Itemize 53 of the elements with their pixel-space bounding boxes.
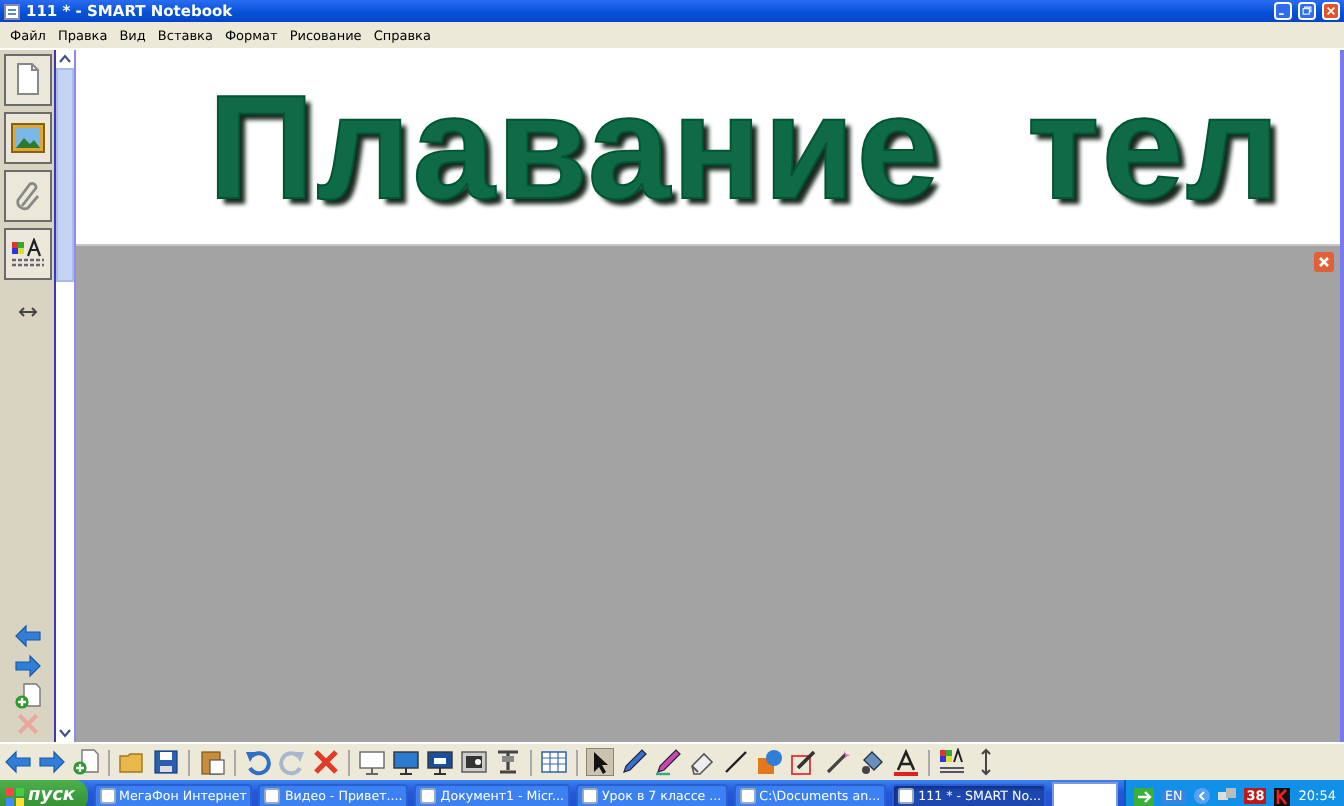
- scrollbar-thumb[interactable]: [56, 68, 74, 282]
- scroll-down-button[interactable]: [56, 724, 74, 742]
- minimize-button[interactable]: [1274, 2, 1292, 20]
- paperclip-icon: [11, 178, 43, 214]
- paint-bucket-icon[interactable]: [858, 748, 886, 776]
- properties-icon: [9, 238, 45, 270]
- arrow-left-icon[interactable]: [4, 748, 32, 776]
- attachments-tab[interactable]: [3, 170, 51, 222]
- eraser-icon[interactable]: [688, 748, 716, 776]
- page-title: Плавание тел: [208, 73, 1282, 221]
- properties-icon[interactable]: [938, 748, 966, 776]
- notebook-app-icon: [4, 3, 20, 19]
- window-icon: [264, 788, 281, 804]
- windows-logo-icon: [6, 787, 24, 805]
- document-camera-icon[interactable]: [494, 748, 522, 776]
- window-icon: [420, 788, 437, 804]
- window-icon: [99, 788, 116, 804]
- chevron-left-icon[interactable]: [1194, 788, 1211, 804]
- page-sorter-tab[interactable]: [3, 54, 51, 106]
- window-icon: [739, 788, 756, 804]
- magic-wand-icon[interactable]: [824, 748, 852, 776]
- scroll-up-button[interactable]: [56, 50, 74, 68]
- table-icon[interactable]: [540, 748, 568, 776]
- monitor-book-icon[interactable]: [426, 748, 454, 776]
- arrow-right-icon[interactable]: [13, 652, 41, 680]
- gallery-tab[interactable]: [3, 112, 51, 164]
- clipboard-icon[interactable]: [198, 748, 226, 776]
- double-arrow-icon[interactable]: [17, 306, 37, 318]
- restore-button[interactable]: [1298, 2, 1316, 20]
- arrow-right-icon[interactable]: [38, 748, 66, 776]
- line-icon[interactable]: [722, 748, 750, 776]
- properties-tab[interactable]: [3, 228, 51, 280]
- undo-icon[interactable]: [244, 748, 272, 776]
- add-page-icon[interactable]: [13, 682, 41, 710]
- picture-icon: [9, 122, 45, 154]
- camera-icon[interactable]: [460, 748, 488, 776]
- add-page-icon[interactable]: [72, 748, 100, 776]
- magic-pen-icon[interactable]: [790, 748, 818, 776]
- text-icon[interactable]: [892, 748, 920, 776]
- window-icon: [898, 788, 915, 804]
- screen-shade-icon[interactable]: [358, 748, 386, 776]
- monitor-icon[interactable]: [392, 748, 420, 776]
- pen-icon[interactable]: [620, 748, 648, 776]
- antivirus-icon[interactable]: [1274, 787, 1291, 805]
- delete-icon[interactable]: [312, 748, 340, 776]
- page-icon: [11, 62, 43, 98]
- creative-pen-icon[interactable]: [654, 748, 682, 776]
- close-button[interactable]: [1322, 2, 1340, 20]
- window-icon: [581, 788, 598, 804]
- search-field[interactable]: [1052, 782, 1118, 806]
- arrow-left-icon[interactable]: [13, 622, 41, 650]
- pointer-icon[interactable]: [586, 748, 614, 776]
- close-button[interactable]: [1314, 252, 1334, 272]
